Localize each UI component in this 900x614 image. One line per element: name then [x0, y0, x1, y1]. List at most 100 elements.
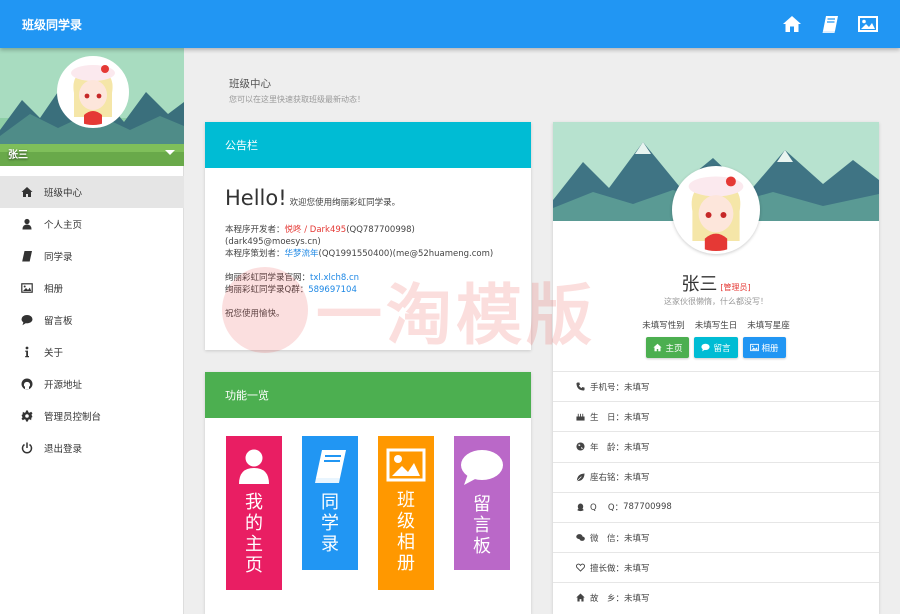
info-row-phone: 手机号： 未填写: [553, 371, 879, 401]
avatar[interactable]: [672, 166, 760, 254]
welcome-text: 欢迎您使用绚丽彩虹同学录。: [289, 198, 401, 208]
info-icon: [20, 346, 33, 359]
feature-tile-label: 我的主页: [245, 492, 263, 576]
features-card-header: 功能一览: [205, 372, 531, 418]
chevron-down-icon[interactable]: [165, 150, 175, 155]
sidebar-item-admin[interactable]: 管理员控制台: [0, 400, 184, 432]
zodiac-tag: 未填写星座: [747, 321, 790, 331]
page-subtitle: 您可以在这里快速获取班级最新动态！: [229, 95, 365, 104]
user-icon: [20, 218, 33, 231]
phone-icon: [575, 382, 585, 392]
image-icon[interactable]: [858, 14, 878, 34]
image-icon: [20, 282, 33, 295]
sidebar-item-album[interactable]: 相册: [0, 272, 184, 304]
notice-body: Hello! 欢迎您使用绚丽彩虹同学录。 本程序开发者：悦咚 / Dark495…: [205, 168, 531, 320]
feature-tile-guestbook[interactable]: 留言板: [454, 436, 510, 570]
info-row-motto: 座右铭： 未填写: [553, 461, 879, 492]
image-icon: [386, 448, 426, 482]
sidebar-item-classmates[interactable]: 同学录: [0, 240, 184, 272]
home-icon[interactable]: [782, 14, 802, 34]
sidebar-item-label: 同学录: [44, 252, 73, 263]
leaf-icon: [575, 472, 585, 482]
profile-info-list: 手机号： 未填写 生 日： 未填写 年 龄： 未填写 座右铭： 未填写 Q Q： 7877…: [553, 371, 879, 613]
profile-name: 张三: [681, 274, 718, 295]
features-card: 功能一览 我的主页 同学录 班级相册 留言板: [205, 372, 531, 614]
gear-icon: [20, 410, 33, 423]
power-icon: [20, 442, 33, 455]
book-icon[interactable]: [820, 14, 840, 34]
sidebar: 张三 班级中心 个人主页 同学录 相册 留言板 关于 开源地址 管理员控制台 退…: [0, 48, 184, 614]
notice-card: 公告栏 Hello! 欢迎您使用绚丽彩虹同学录。 本程序开发者：悦咚 / Dar…: [205, 122, 531, 350]
sidebar-item-class-center[interactable]: 班级中心: [0, 176, 184, 208]
profile-name-row: 张三 [管理员]: [553, 270, 879, 296]
sidebar-item-label: 相册: [44, 284, 64, 295]
notice-card-header: 公告栏: [205, 122, 531, 168]
feature-tile-classmates[interactable]: 同学录: [302, 436, 358, 570]
profile-tags: 未填写性别 未填写生日 未填写星座: [553, 319, 879, 331]
user-icon: [239, 449, 269, 484]
feature-tile-label: 同学录: [321, 492, 339, 555]
message-button[interactable]: 留言: [694, 337, 738, 358]
cake-icon: [575, 412, 585, 422]
info-row-qq: Q Q： 787700998: [553, 491, 879, 522]
profile-card: 张三 [管理员] 这家伙很懒惰，什么都没写！ 未填写性别 未填写生日 未填写星座 …: [553, 122, 879, 614]
github-icon: [20, 378, 33, 391]
gender-tag: 未填写性别: [642, 321, 685, 331]
developer-email: (dark495@moesys.cn): [225, 237, 321, 247]
hello-heading: Hello!: [225, 186, 287, 210]
sidebar-username: 张三: [8, 150, 28, 161]
sidebar-menu: 班级中心 个人主页 同学录 相册 留言板 关于 开源地址 管理员控制台 退出登录: [0, 176, 184, 464]
info-row-age: 年 龄： 未填写: [553, 431, 879, 461]
feature-tile-label: 班级相册: [397, 490, 415, 574]
info-row-skills: 擅长做： 未填写: [553, 552, 879, 582]
admin-badge: [管理员]: [720, 283, 751, 292]
qq-icon: [575, 502, 585, 512]
home-button[interactable]: 主页: [646, 337, 690, 358]
feature-tile-album[interactable]: 班级相册: [378, 436, 434, 590]
top-navbar: 班级同学录: [0, 0, 900, 48]
site-link[interactable]: txl.xlch8.cn: [310, 273, 359, 283]
sidebar-profile-header: 张三: [0, 48, 184, 166]
home-icon: [653, 343, 663, 352]
book-icon: [20, 250, 33, 263]
profile-motto: 这家伙很懒惰，什么都没写！: [664, 297, 768, 306]
closing-text: 祝您使用愉快。: [225, 309, 285, 319]
sidebar-item-about[interactable]: 关于: [0, 336, 184, 368]
book-icon: [315, 450, 346, 483]
planner-name[interactable]: 华梦流年: [285, 249, 319, 259]
feature-tile-my-home[interactable]: 我的主页: [226, 436, 282, 590]
qq-group-link[interactable]: 589697104: [308, 285, 357, 295]
sidebar-item-label: 关于: [44, 348, 64, 359]
sidebar-item-label: 个人主页: [44, 220, 83, 231]
group-line: 绚丽彩虹同学录Q群：589697104: [225, 285, 357, 295]
info-row-birthday: 生 日： 未填写: [553, 401, 879, 431]
sidebar-item-label: 留言板: [44, 316, 73, 327]
notice-greeting: Hello! 欢迎您使用绚丽彩虹同学录。: [225, 186, 511, 210]
info-row-wechat: 微 信： 未填写: [553, 521, 879, 552]
comment-icon: [461, 450, 503, 485]
comment-icon: [20, 314, 33, 327]
app-title[interactable]: 班级同学录: [22, 16, 82, 33]
heart-icon: [575, 563, 585, 573]
sidebar-item-logout[interactable]: 退出登录: [0, 432, 184, 464]
birthday-tag: 未填写生日: [694, 321, 738, 331]
sidebar-item-label: 开源地址: [44, 380, 83, 391]
sidebar-item-guestbook[interactable]: 留言板: [0, 304, 184, 336]
planner-line: 本程序策划者：华梦流年(QQ1991550400)(me@52huameng.c…: [225, 249, 494, 259]
feature-tile-label: 留言板: [473, 494, 491, 557]
home-icon: [575, 593, 585, 603]
info-row-hometown: 故 乡： 未填写: [553, 582, 879, 612]
album-button[interactable]: 相册: [742, 337, 786, 358]
sidebar-item-label: 退出登录: [44, 444, 83, 455]
profile-actions: 主页 留言 相册: [553, 337, 879, 358]
home-icon: [20, 186, 33, 199]
sidebar-item-profile[interactable]: 个人主页: [0, 208, 184, 240]
sidebar-item-source[interactable]: 开源地址: [0, 368, 184, 400]
image-icon: [749, 343, 759, 352]
sidebar-item-label: 班级中心: [44, 188, 83, 199]
page-title: 班级中心: [229, 78, 271, 90]
avatar[interactable]: [57, 56, 129, 128]
sidebar-item-label: 管理员控制台: [44, 412, 102, 423]
wechat-icon: [575, 533, 585, 543]
developer-names[interactable]: 悦咚 / Dark495: [285, 225, 347, 235]
